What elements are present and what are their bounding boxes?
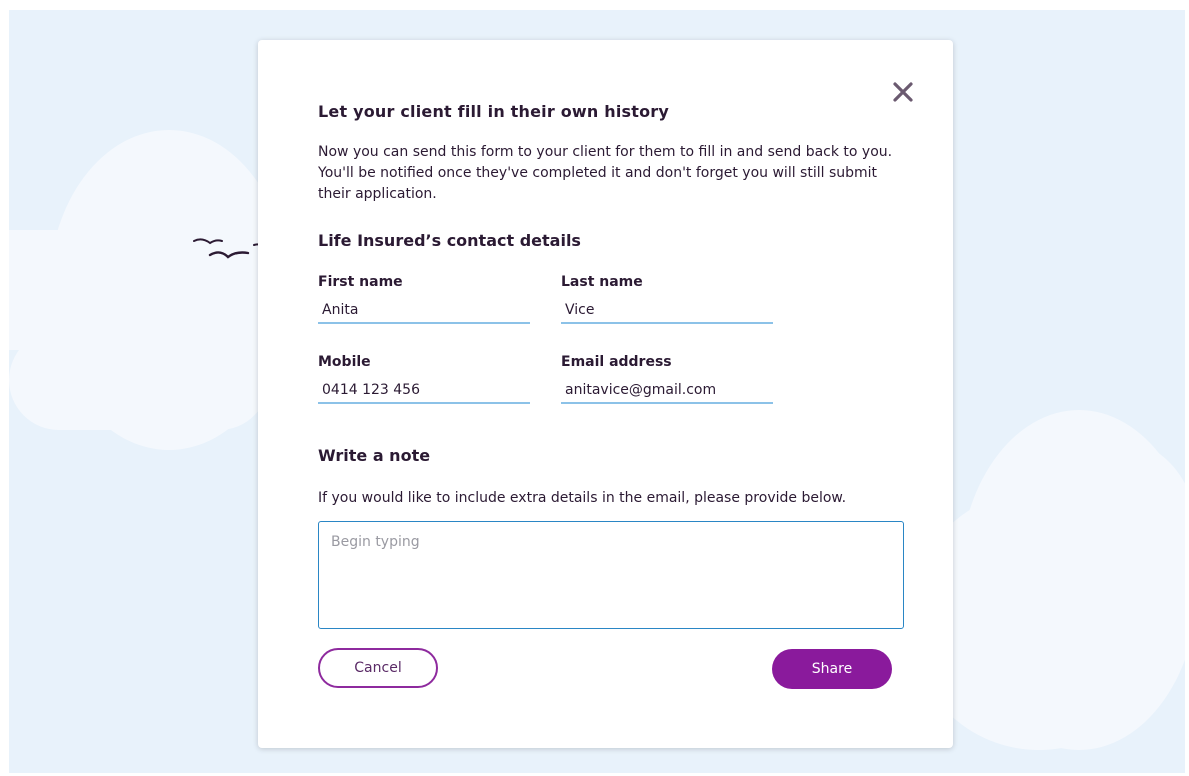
note-section-title: Write a note: [318, 446, 431, 465]
last-name-field: Last name: [561, 274, 773, 324]
last-name-input[interactable]: [561, 298, 773, 324]
dialog-title: Let your client fill in their own histor…: [318, 102, 670, 121]
share-form-dialog: Let your client fill in their own histor…: [258, 40, 953, 748]
share-button[interactable]: Share: [772, 649, 892, 689]
contact-section-title: Life Insured’s contact details: [318, 231, 581, 250]
last-name-label: Last name: [561, 274, 643, 290]
dialog-intro-text: Now you can send this form to your clien…: [318, 144, 893, 202]
mobile-field: Mobile: [318, 354, 530, 404]
cancel-button[interactable]: Cancel: [318, 648, 438, 688]
email-field: Email address: [561, 354, 773, 404]
first-name-input[interactable]: [318, 298, 530, 324]
close-button[interactable]: [891, 80, 915, 104]
cloud: [9, 330, 269, 430]
mobile-label: Mobile: [318, 354, 371, 370]
email-input[interactable]: [561, 378, 773, 404]
note-textarea[interactable]: [318, 521, 904, 629]
first-name-field: First name: [318, 274, 530, 324]
first-name-label: First name: [318, 274, 403, 290]
close-icon: [893, 82, 913, 102]
mobile-input[interactable]: [318, 378, 530, 404]
note-help-text: If you would like to include extra detai…: [318, 490, 847, 506]
email-label: Email address: [561, 354, 672, 370]
